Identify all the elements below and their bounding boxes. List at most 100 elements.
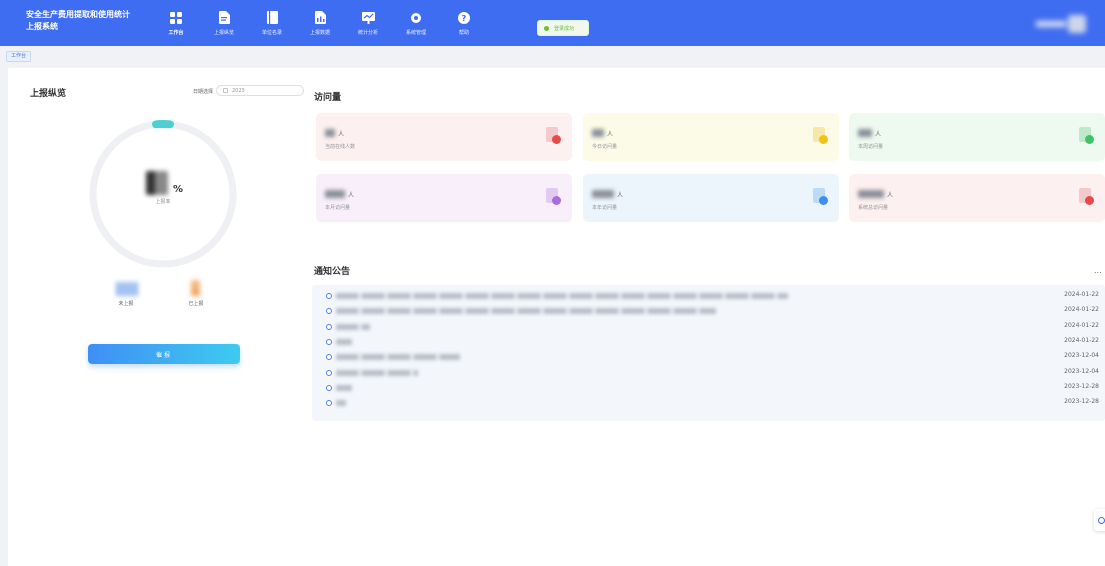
notice-title xyxy=(336,369,418,376)
card-year-visits[interactable]: 人本年访问量 xyxy=(583,174,839,222)
data-doc-icon xyxy=(313,11,327,25)
success-icon xyxy=(544,25,549,31)
card-total-visits[interactable]: 人系统总访问量 xyxy=(849,174,1105,222)
notice-item[interactable]: 2023-12-04 xyxy=(312,366,1105,380)
nav-label: 工作台 xyxy=(168,29,184,36)
notice-item[interactable]: 2023-12-04 xyxy=(312,350,1105,364)
top-header: 安全生产费用提取和使用统计 上报系统 工作台 上报纵览 单位名录 上报数据 统计… xyxy=(0,0,1105,46)
visit-unit: 人 xyxy=(338,131,345,138)
notice-item[interactable]: 2023-12-28 xyxy=(312,381,1105,395)
visit-label: 当前在线人数 xyxy=(325,144,356,150)
nav-label: 上报纵览 xyxy=(213,29,234,36)
calendar-icon xyxy=(223,88,228,93)
nav-item-workbench[interactable]: 工作台 xyxy=(152,0,200,46)
book-icon xyxy=(265,11,279,25)
visit-label: 系统总访问量 xyxy=(858,205,889,211)
notice-date: 2023-12-04 xyxy=(1064,352,1099,360)
bullet-icon xyxy=(326,354,332,361)
chart-icon xyxy=(361,11,375,25)
login-success-toast: 登录成功 xyxy=(537,20,589,36)
visit-unit: 人 xyxy=(617,192,624,199)
notice-date: 2024-01-22 xyxy=(1064,291,1099,298)
svg-text:?: ? xyxy=(462,14,467,23)
date-label: 日期选择 xyxy=(193,89,214,95)
system-title-line2: 上报系统 xyxy=(26,22,58,31)
visit-count xyxy=(858,190,884,198)
nav-item-system-admin[interactable]: 系统管理 xyxy=(392,0,440,46)
card-online-users[interactable]: 人当前在线人数 xyxy=(316,113,572,161)
report-rate-label: 上报率 xyxy=(155,199,171,205)
notice-title xyxy=(336,293,788,299)
notice-title xyxy=(336,323,370,330)
system-title: 安全生产费用提取和使用统计 上报系统 xyxy=(26,9,146,33)
nav-item-report-data[interactable]: 上报数据 xyxy=(296,0,344,46)
nav-label: 单位名录 xyxy=(261,29,282,36)
system-title-line1: 安全生产费用提取和使用统计 xyxy=(26,10,130,19)
floating-help-button[interactable] xyxy=(1094,509,1105,531)
panel-title: 上报纵览 xyxy=(30,89,67,99)
percent-sign: % xyxy=(173,184,184,195)
visit-label: 今日访问量 xyxy=(592,144,618,150)
nav-label: 系统管理 xyxy=(405,29,426,36)
nav-item-statistics[interactable]: 统计分析 xyxy=(344,0,392,46)
visits-title: 访问量 xyxy=(314,93,342,103)
visit-count xyxy=(858,129,872,137)
nav-label: 帮助 xyxy=(458,29,469,36)
notice-title xyxy=(336,384,352,391)
notice-item[interactable]: 2023-12-28 xyxy=(312,396,1105,410)
notice-title xyxy=(336,354,460,361)
document-icon xyxy=(813,188,828,206)
notices-title: 通知公告 xyxy=(314,267,351,277)
breadcrumb: 工作台 xyxy=(0,46,1105,66)
gear-icon xyxy=(409,11,423,25)
notice-item[interactable]: 2024-01-22 xyxy=(312,304,1105,318)
date-value: 2023 xyxy=(232,87,245,94)
visit-unit: 人 xyxy=(607,131,614,138)
nav-item-help[interactable]: ? 帮助 xyxy=(440,0,488,46)
report-overview-panel: 上报纵览 日期选择 2023 % 上报率 未上报 已上报 催报 xyxy=(8,68,306,566)
bullet-icon xyxy=(326,308,332,315)
card-month-visits[interactable]: 人本月访问量 xyxy=(316,174,572,222)
document-icon xyxy=(1079,188,1094,206)
main-nav: 工作台 上报纵览 单位名录 上报数据 统计分析 系统管理 ? 帮助 xyxy=(152,0,488,46)
notice-item[interactable]: 2024-01-22 xyxy=(312,320,1105,334)
notice-list: 2024-01-22 2024-01-22 2024-01-22 2024-01-22… xyxy=(312,285,1105,421)
date-picker[interactable]: 2023 xyxy=(216,85,304,96)
report-rate-value xyxy=(146,171,168,195)
visit-unit: 人 xyxy=(348,192,355,199)
visit-label: 本月访问量 xyxy=(325,205,351,211)
notice-date: 2024-01-22 xyxy=(1064,321,1099,329)
reported-count xyxy=(191,280,200,296)
visit-count xyxy=(325,190,345,198)
nav-item-unit-directory[interactable]: 单位名录 xyxy=(248,0,296,46)
bullet-icon xyxy=(326,400,332,407)
bullet-icon xyxy=(326,338,332,345)
document-icon xyxy=(813,127,828,145)
notice-item[interactable]: 2024-01-22 xyxy=(312,289,1105,303)
nav-label: 上报数据 xyxy=(309,29,330,36)
user-avatar[interactable] xyxy=(1036,15,1088,33)
chat-icon xyxy=(1097,516,1105,524)
breadcrumb-tag-workbench[interactable]: 工作台 xyxy=(6,51,32,62)
card-today-visits[interactable]: 人今日访问量 xyxy=(583,113,839,161)
document-icon xyxy=(546,188,561,206)
notice-item[interactable]: 2024-01-22 xyxy=(312,335,1105,349)
nav-item-report-overview[interactable]: 上报纵览 xyxy=(200,0,248,46)
notice-date: 2023-12-04 xyxy=(1064,367,1099,375)
remind-report-button[interactable]: 催报 xyxy=(88,344,240,364)
report-doc-icon xyxy=(217,11,231,25)
document-icon xyxy=(1079,127,1094,145)
card-week-visits[interactable]: 人本周访问量 xyxy=(849,113,1105,161)
dashboard-icon xyxy=(169,11,183,25)
notice-date: 2024-01-22 xyxy=(1064,306,1099,314)
visit-unit: 人 xyxy=(887,192,894,199)
more-button[interactable]: ... xyxy=(1094,266,1102,275)
reported-label: 已上报 xyxy=(188,301,204,307)
visit-label: 本周访问量 xyxy=(858,144,884,150)
notice-date: 2024-01-22 xyxy=(1064,336,1099,344)
notice-title xyxy=(336,338,352,345)
document-icon xyxy=(546,127,561,145)
notice-date: 2023-12-28 xyxy=(1064,398,1099,406)
notice-title xyxy=(336,400,346,407)
bullet-icon xyxy=(326,369,332,376)
